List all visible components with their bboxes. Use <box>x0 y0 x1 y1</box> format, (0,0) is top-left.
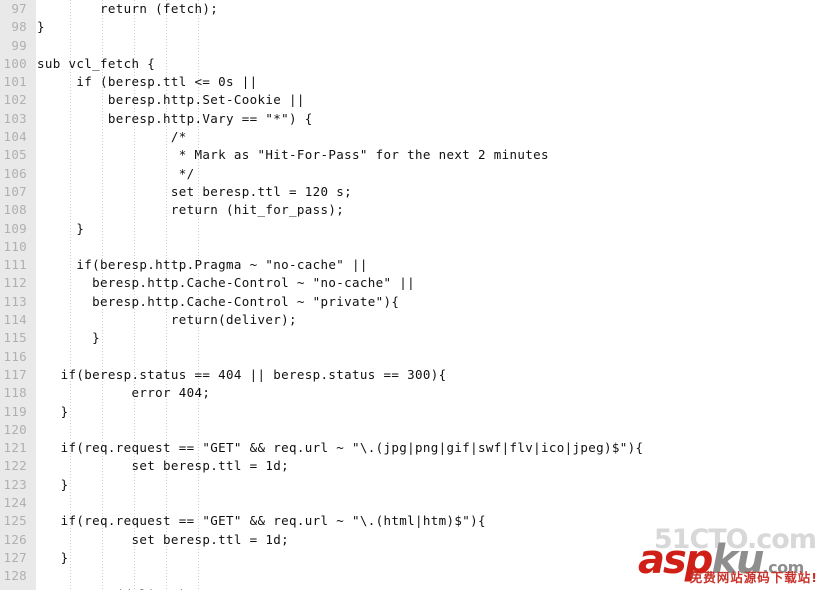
line-content[interactable]: set beresp.ttl = 1d; <box>37 457 289 475</box>
line-number: 119 <box>3 403 27 419</box>
code-line[interactable]: 125 if(req.request == "GET" && req.url ~… <box>0 512 826 530</box>
line-content[interactable]: } <box>37 18 45 36</box>
line-content[interactable]: beresp.http.Cache-Control ~ "no-cache" |… <box>37 274 415 292</box>
line-number: 124 <box>3 495 27 511</box>
code-line[interactable]: 112 beresp.http.Cache-Control ~ "no-cach… <box>0 274 826 292</box>
line-content[interactable]: return (fetch); <box>37 0 218 18</box>
line-content[interactable]: beresp.http.Vary == "*") { <box>37 110 313 128</box>
line-number: 98 <box>11 19 27 35</box>
line-number: 107 <box>3 183 27 199</box>
line-content[interactable]: beresp.http.Cache-Control ~ "private"){ <box>37 293 399 311</box>
line-number: 127 <box>3 549 27 565</box>
line-content[interactable]: } <box>37 549 69 567</box>
line-content[interactable]: } <box>37 329 100 347</box>
line-number: 118 <box>3 385 27 401</box>
code-line[interactable]: 116 <box>0 348 826 366</box>
code-line[interactable]: 114 return(deliver); <box>0 311 826 329</box>
code-line[interactable]: 118 error 404; <box>0 384 826 402</box>
code-line[interactable]: 104 /* <box>0 128 826 146</box>
line-content[interactable]: return(deliver); <box>37 311 297 329</box>
code-line[interactable]: 98} <box>0 18 826 36</box>
code-line[interactable]: 109 } <box>0 220 826 238</box>
code-line[interactable]: 102 beresp.http.Set-Cookie || <box>0 91 826 109</box>
line-number: 122 <box>3 458 27 474</box>
line-number: 112 <box>3 275 27 291</box>
line-content[interactable]: */ <box>37 165 195 183</box>
line-number: 110 <box>3 238 27 254</box>
code-line[interactable]: 127 } <box>0 549 826 567</box>
line-content[interactable]: } <box>37 476 69 494</box>
line-content[interactable]: set beresp.ttl = 1d; <box>37 531 289 549</box>
code-line[interactable]: 126 set beresp.ttl = 1d; <box>0 531 826 549</box>
code-line[interactable]: 108 return (hit_for_pass); <box>0 201 826 219</box>
line-number: 114 <box>3 312 27 328</box>
line-number: 105 <box>3 147 27 163</box>
line-number: 126 <box>3 531 27 547</box>
line-content[interactable]: beresp.http.Set-Cookie || <box>37 91 305 109</box>
line-number: 109 <box>3 220 27 236</box>
code-line[interactable]: 124 <box>0 494 826 512</box>
line-number: 97 <box>11 1 27 16</box>
code-line[interactable]: 123 } <box>0 476 826 494</box>
code-line[interactable]: 120 <box>0 421 826 439</box>
line-number: 115 <box>3 330 27 346</box>
line-number: 102 <box>3 92 27 108</box>
line-number: 123 <box>3 476 27 492</box>
line-number: 117 <box>3 366 27 382</box>
line-number: 129 <box>0 586 27 590</box>
line-content[interactable]: } <box>37 220 84 238</box>
line-content[interactable]: /* <box>37 128 187 146</box>
line-content[interactable]: set beresp.ttl = 120 s; <box>37 183 352 201</box>
code-line[interactable]: 119 } <box>0 403 826 421</box>
line-number: 121 <box>3 440 27 456</box>
line-content[interactable]: if (beresp.ttl <= 0s || <box>37 73 258 91</box>
line-number: 128 <box>3 568 27 584</box>
line-content[interactable]: return(deliver); <box>37 586 195 590</box>
code-line[interactable]: 110 <box>0 238 826 256</box>
code-line-list[interactable]: 97 return (fetch); 98} 99 100 sub vcl_fetch … <box>0 0 826 590</box>
code-line[interactable]: 99 <box>0 37 826 55</box>
line-content[interactable]: if(beresp.http.Pragma ~ "no-cache" || <box>37 256 368 274</box>
code-line[interactable]: 101 if (beresp.ttl <= 0s || <box>0 73 826 91</box>
line-number: 99 <box>11 37 27 53</box>
line-content[interactable]: if(beresp.status == 404 || beresp.status… <box>37 366 447 384</box>
code-line[interactable]: 103 beresp.http.Vary == "*") { <box>0 110 826 128</box>
code-line[interactable]: 128 <box>0 567 826 585</box>
line-content[interactable]: error 404; <box>37 384 210 402</box>
line-number: 106 <box>3 165 27 181</box>
code-line[interactable]: 106 */ <box>0 165 826 183</box>
line-content[interactable]: } <box>37 403 69 421</box>
line-number: 111 <box>3 257 27 273</box>
line-number: 108 <box>3 202 27 218</box>
code-line[interactable]: 115 } <box>0 329 826 347</box>
code-line[interactable]: 111 if(beresp.http.Pragma ~ "no-cache" |… <box>0 256 826 274</box>
line-content[interactable]: return (hit_for_pass); <box>37 201 344 219</box>
line-number: 113 <box>3 293 27 309</box>
code-line[interactable]: 107 set beresp.ttl = 120 s; <box>0 183 826 201</box>
code-line[interactable]: 129 return(deliver); <box>0 586 826 590</box>
code-viewer[interactable]: 97 return (fetch); 98} 99 100 sub vcl_fetch … <box>0 0 826 590</box>
line-content[interactable]: if(req.request == "GET" && req.url ~ "\.… <box>37 512 486 530</box>
code-line[interactable]: 117 if(beresp.status == 404 || beresp.st… <box>0 366 826 384</box>
code-line[interactable]: 100 sub vcl_fetch { <box>0 55 826 73</box>
code-line[interactable]: 97 return (fetch); <box>0 0 826 18</box>
line-number: 100 <box>3 55 27 71</box>
line-content[interactable]: sub vcl_fetch { <box>37 55 155 73</box>
line-number: 103 <box>3 110 27 126</box>
code-line[interactable]: 113 beresp.http.Cache-Control ~ "private… <box>0 293 826 311</box>
line-content[interactable]: if(req.request == "GET" && req.url ~ "\.… <box>37 439 643 457</box>
line-content[interactable]: * Mark as "Hit-For-Pass" for the next 2 … <box>37 146 549 164</box>
code-line[interactable]: 121 if(req.request == "GET" && req.url ~… <box>0 439 826 457</box>
code-line[interactable]: 105 * Mark as "Hit-For-Pass" for the nex… <box>0 146 826 164</box>
line-number: 101 <box>3 74 27 90</box>
line-number: 120 <box>3 421 27 437</box>
line-number: 116 <box>3 348 27 364</box>
line-number: 104 <box>3 129 27 145</box>
line-number: 125 <box>3 513 27 529</box>
code-line[interactable]: 122 set beresp.ttl = 1d; <box>0 457 826 475</box>
